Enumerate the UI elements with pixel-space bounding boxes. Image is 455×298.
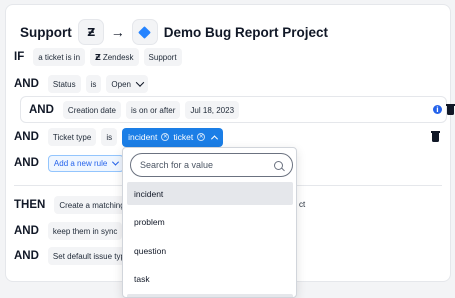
selected-value: ticket bbox=[173, 132, 194, 142]
dropdown-option[interactable]: incident bbox=[127, 182, 293, 205]
selected-value: incident bbox=[128, 132, 158, 142]
ticket-type-operator-chip[interactable]: is bbox=[101, 128, 118, 146]
add-rule-button[interactable]: Add a new rule bbox=[47, 154, 125, 172]
remove-value-icon[interactable]: × bbox=[197, 133, 206, 141]
and-keyword: AND bbox=[14, 157, 39, 169]
issue-type-row: AND Set default issue typ bbox=[14, 245, 130, 267]
dropdown-option[interactable]: task bbox=[127, 267, 293, 290]
dropdown-option[interactable]: problem bbox=[127, 210, 293, 233]
product-chip[interactable]: Support bbox=[143, 48, 182, 66]
add-rule-row: AND Add a new rule bbox=[14, 152, 125, 174]
and-keyword: AND bbox=[14, 78, 39, 90]
search-icon bbox=[274, 160, 283, 170]
arrow-right-icon: → bbox=[110, 24, 125, 40]
target-project-name: Demo Bug Report Project bbox=[163, 24, 329, 40]
if-row: IF a ticket is in Ƶ Zendesk Support bbox=[14, 46, 182, 68]
workflow-header: Support Ƶ → Demo Bug Report Project bbox=[20, 18, 328, 46]
and-keyword: AND bbox=[14, 225, 39, 237]
zendesk-icon: Ƶ bbox=[95, 52, 101, 62]
status-rule-row: AND Status is Open bbox=[14, 73, 148, 95]
create-action-chip[interactable]: Create a matching bbox=[54, 196, 130, 214]
source-name: Support bbox=[20, 24, 72, 40]
ticket-type-value-select[interactable]: incident × ticket × bbox=[122, 127, 224, 147]
date-value-chip[interactable]: Jul 18, 2023 bbox=[185, 101, 240, 119]
status-value-select[interactable]: Open bbox=[106, 75, 148, 93]
zendesk-icon: Ƶ bbox=[87, 25, 95, 39]
ticket-type-field-chip[interactable]: Ticket type bbox=[47, 128, 97, 146]
then-row: THEN Create a matching bbox=[14, 194, 130, 216]
app-chip-label: Zendesk bbox=[102, 52, 134, 62]
chevron-up-icon bbox=[211, 134, 219, 142]
and-keyword: AND bbox=[14, 131, 39, 143]
dropdown-option-partial[interactable] bbox=[127, 294, 293, 297]
delete-icon[interactable] bbox=[446, 104, 455, 115]
trigger-chip[interactable]: a ticket is in bbox=[33, 48, 86, 66]
sync-action-chip[interactable]: keep them in sync bbox=[47, 222, 123, 240]
search-input[interactable] bbox=[140, 160, 274, 170]
then-keyword: THEN bbox=[14, 199, 46, 211]
app-chip[interactable]: Ƶ Zendesk bbox=[90, 48, 139, 66]
if-keyword: IF bbox=[14, 51, 25, 63]
dropdown-option[interactable]: question bbox=[127, 239, 293, 262]
delete-icon[interactable] bbox=[431, 131, 440, 142]
search-box bbox=[130, 153, 293, 177]
jira-logo bbox=[131, 19, 158, 45]
jira-icon bbox=[138, 25, 152, 39]
and-keyword: AND bbox=[29, 104, 54, 116]
status-operator-chip[interactable]: is bbox=[85, 75, 102, 93]
zendesk-logo: Ƶ bbox=[77, 19, 104, 45]
value-dropdown: incident problem question task bbox=[122, 147, 297, 298]
date-rule-row: AND Creation date is on or after Jul 18,… bbox=[20, 96, 455, 123]
ticket-type-rule-row: AND Ticket type is incident × ticket × bbox=[14, 126, 224, 148]
issue-type-action-chip[interactable]: Set default issue typ bbox=[47, 247, 130, 265]
remove-value-icon[interactable]: × bbox=[161, 133, 170, 141]
date-field-chip[interactable]: Creation date bbox=[62, 101, 121, 119]
and-keyword: AND bbox=[14, 250, 39, 262]
info-icon[interactable]: i bbox=[433, 105, 442, 114]
status-field-chip[interactable]: Status bbox=[47, 75, 81, 93]
sync-row: AND keep them in sync bbox=[14, 220, 123, 242]
action-text-tail: ct bbox=[299, 200, 306, 209]
date-operator-chip[interactable]: is on or after bbox=[125, 101, 181, 119]
